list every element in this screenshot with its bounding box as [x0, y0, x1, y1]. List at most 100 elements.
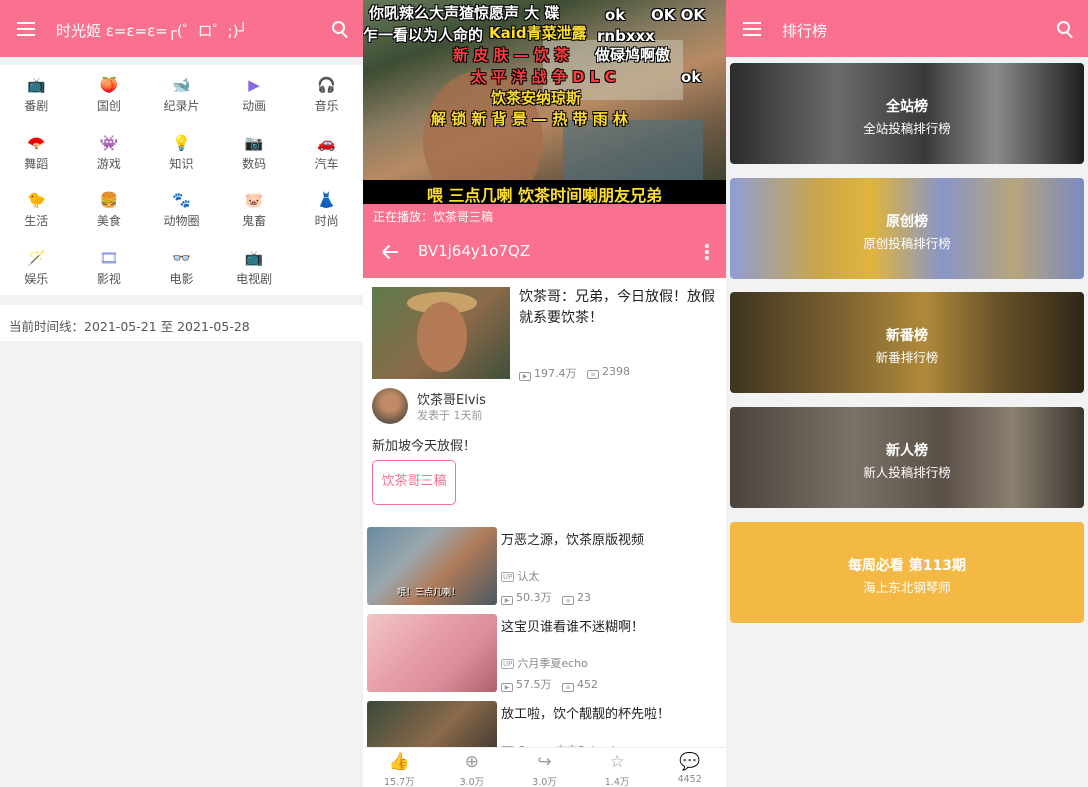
action-count: 15.7万 [383, 777, 415, 787]
up-avatar[interactable] [372, 388, 408, 424]
more-vert-icon[interactable] [705, 244, 709, 260]
category-item[interactable]: 🪭 舞蹈 [0, 133, 73, 191]
danmaku-comment: 解 锁 新 背 景 — 热 带 雨 林 [431, 110, 629, 128]
share-icon: ↪ [537, 752, 552, 772]
category-label: 知识 [169, 156, 194, 171]
category-item[interactable]: 🍔 美食 [73, 190, 146, 248]
category-label: 美食 [96, 214, 121, 228]
category-label: 鬼畜 [242, 214, 267, 228]
category-item[interactable]: 💡 知识 [145, 133, 218, 191]
rank-card[interactable]: 全站榜 全站投稿排行榜 [730, 63, 1084, 164]
menu-icon[interactable] [743, 22, 767, 40]
up-name[interactable]: 饮茶哥Elvis [417, 389, 486, 408]
car-icon: 🚗 [317, 133, 337, 152]
related-video-item[interactable]: 这宝贝谁看谁不迷糊啊！ UP 六月季夏echo ▶ 57.5万 ≡ 452 [367, 614, 722, 694]
rank-card-title: 新番榜 [886, 328, 928, 344]
category-label: 数码 [242, 156, 267, 171]
video-player[interactable]: 你吼辣么大声猹惊愿声 大 碟 ok OK OK 乍一看以为人命的 Kaid青菜泄露 rnb… [363, 0, 726, 204]
video-thumbnail[interactable] [372, 287, 510, 379]
category-label: 动物圈 [163, 214, 200, 228]
menu-icon[interactable] [17, 22, 41, 40]
rank-card-subtitle: 海上东北钢琴师 [863, 580, 951, 595]
rank-card[interactable]: 每周必看 第113期 海上东北钢琴师 [730, 522, 1084, 623]
category-label: 游戏 [96, 156, 121, 171]
rank-card-title: 新人榜 [886, 443, 928, 459]
category-item[interactable]: 🎞 影视 [73, 248, 146, 306]
back-arrow-icon[interactable] [381, 243, 399, 261]
danmaku-comment: OK OK [651, 6, 705, 24]
rank-card-subtitle: 新人投稿排行榜 [863, 465, 951, 480]
play-count-icon: ▶ [519, 372, 531, 381]
tv-set-icon: 📺 [244, 248, 264, 267]
paw-icon: 🐾 [172, 191, 191, 209]
category-label: 电影 [169, 271, 194, 286]
danmaku-comment: 新 皮 肤 — 饮 茶 [453, 46, 570, 64]
danmaku-count: ≡ 2398 [587, 365, 630, 379]
danmaku-comment: 做碌鸠啊傲 [595, 46, 671, 64]
rank-card[interactable]: 新番榜 新番排行榜 [730, 292, 1084, 393]
category-item[interactable]: 📺 番剧 [0, 75, 73, 133]
category-item[interactable]: 🚗 汽车 [290, 133, 363, 191]
related-up: UP 六月季夏echo [501, 657, 588, 670]
category-label: 汽车 [314, 156, 339, 171]
related-thumbnail[interactable] [367, 614, 497, 692]
category-label: 娱乐 [24, 271, 49, 286]
dress-icon: 👗 [317, 191, 337, 209]
category-item[interactable]: 🐾 动物圈 [145, 190, 218, 248]
timeline-range[interactable]: 当前时间线：2021-05-21 至 2021-05-28 [0, 305, 363, 341]
home-toolbar: 时光姬 ε=ε=ε=┌(゜ロ゜;)┘ [0, 0, 363, 57]
search-icon[interactable] [332, 21, 350, 39]
rank-card[interactable]: 原创榜 原创投稿排行榜 [730, 178, 1084, 279]
home-panel: 时光姬 ε=ε=ε=┌(゜ロ゜;)┘ 📺 番剧 🍑 国创 🐋 纪录片 ▶ 动画 🎧 音乐 🪭 舞蹈 👾 游… [0, 0, 363, 787]
danmaku-comment: ok [681, 68, 702, 86]
category-item[interactable]: 📺 电视剧 [218, 248, 291, 306]
category-item[interactable]: 🐷 鬼畜 [218, 190, 291, 248]
share-button[interactable]: ↪ 3.0万 [508, 748, 581, 787]
related-title: 放工啦，饮个靓靓的杯先啦！ [501, 707, 671, 722]
category-item[interactable]: 🍑 国创 [73, 75, 146, 133]
category-item[interactable]: 👓 电影 [145, 248, 218, 306]
action-bar: 👍 15.7万 ⊕ 3.0万 ↪ 3.0万 ☆ 1.4万 💬 4452 [363, 747, 726, 787]
danmaku-comment: Kaid青菜泄露 [489, 24, 587, 42]
coin-button[interactable]: ⊕ 3.0万 [436, 748, 509, 787]
now-playing-label: 正在播放：饮茶哥三稿 [363, 204, 726, 226]
danmaku-comment: 乍一看以为人命的 [363, 26, 484, 44]
danmaku-comment: 太 平 洋 战 争 D L C [471, 68, 616, 86]
category-label: 电视剧 [236, 271, 273, 286]
related-video-item[interactable]: 喂！三点几喇！ 万恶之源，饮茶原版视频 UP 认太 ▶ 50.3万 ≡ 23 [367, 527, 722, 607]
category-item[interactable]: 🐤 生活 [0, 190, 73, 248]
category-item[interactable]: 👗 时尚 [290, 190, 363, 248]
like-button[interactable]: 👍 15.7万 [363, 748, 436, 787]
video-panel: 你吼辣么大声猹惊愿声 大 碟 ok OK OK 乍一看以为人命的 Kaid青菜泄露 rnb… [363, 0, 726, 787]
category-label: 音乐 [314, 99, 339, 113]
favorite-button[interactable]: ☆ 1.4万 [581, 748, 654, 787]
rank-card-title: 每周必看 第113期 [847, 558, 967, 574]
comment-button[interactable]: 💬 4452 [653, 748, 726, 787]
category-item[interactable]: ▶ 动画 [218, 75, 291, 133]
rank-card[interactable]: 新人榜新人投稿排行榜 [730, 407, 1084, 508]
category-label: 番剧 [24, 99, 49, 113]
category-item[interactable]: 🐋 纪录片 [145, 75, 218, 133]
danmaku-icon: ≡ [562, 683, 574, 692]
video-subtitle: 喂 三点几喇 饮茶时间喇朋友兄弟 [426, 186, 663, 204]
rank-title: 排行榜 [782, 22, 828, 40]
category-label: 国创 [96, 99, 121, 113]
danmaku-icon: ≡ [562, 596, 574, 605]
camera-icon: 📷 [244, 133, 264, 152]
rank-card-subtitle: 原创投稿排行榜 [863, 236, 951, 251]
category-item[interactable]: 📷 数码 [218, 133, 291, 191]
category-item[interactable]: 🎧 音乐 [290, 75, 363, 133]
bun-icon: 🍔 [99, 191, 119, 209]
tag-button[interactable]: 饮茶哥三稿 [372, 460, 456, 505]
whale-icon: 🐋 [172, 76, 191, 94]
rank-card-subtitle: 新番排行榜 [875, 350, 939, 365]
related-thumbnail[interactable]: 喂！三点几喇！ [367, 527, 497, 605]
action-count: 4452 [677, 774, 702, 785]
category-item[interactable]: 👾 游戏 [73, 133, 146, 191]
view-count: ▶ 197.4万 [519, 365, 577, 381]
creeper-icon: 👾 [99, 133, 119, 152]
category-item[interactable]: 🪄 娱乐 [0, 248, 73, 306]
rank-card-title: 全站榜 [886, 99, 928, 115]
search-icon[interactable] [1057, 21, 1075, 39]
related-stats: ▶ 57.5万 ≡ 452 [501, 676, 598, 692]
